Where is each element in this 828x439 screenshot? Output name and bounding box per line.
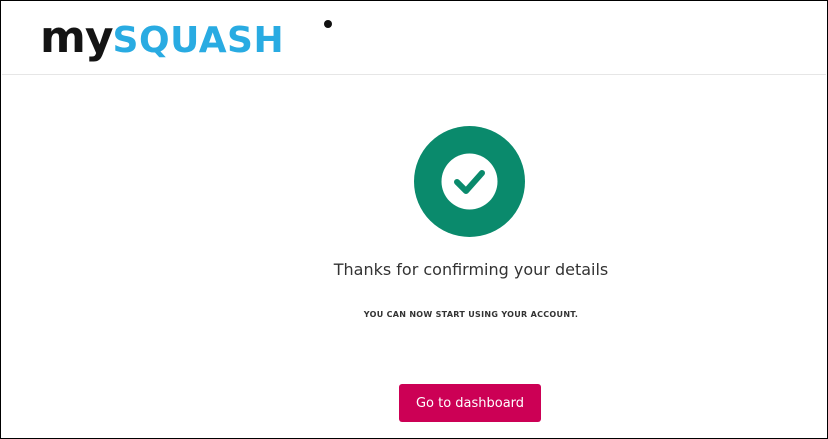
mysquash-logo[interactable]: my SQUASH xyxy=(40,12,332,63)
confirmation-title: Thanks for confirming your details xyxy=(333,260,609,279)
page-frame: my SQUASH Thanks for confirming your det… xyxy=(0,0,828,439)
logo-my-text: my xyxy=(40,12,114,63)
go-to-dashboard-button[interactable]: Go to dashboard xyxy=(399,384,541,422)
logo-dot-icon xyxy=(324,20,332,28)
confirmation-subtitle: YOU CAN NOW START USING YOUR ACCOUNT. xyxy=(363,310,579,319)
header-divider xyxy=(2,74,826,75)
check-circle-icon xyxy=(414,126,525,237)
check-circle-svg xyxy=(414,126,525,237)
header: my SQUASH xyxy=(1,1,827,73)
logo-squash-text: SQUASH xyxy=(112,20,285,61)
